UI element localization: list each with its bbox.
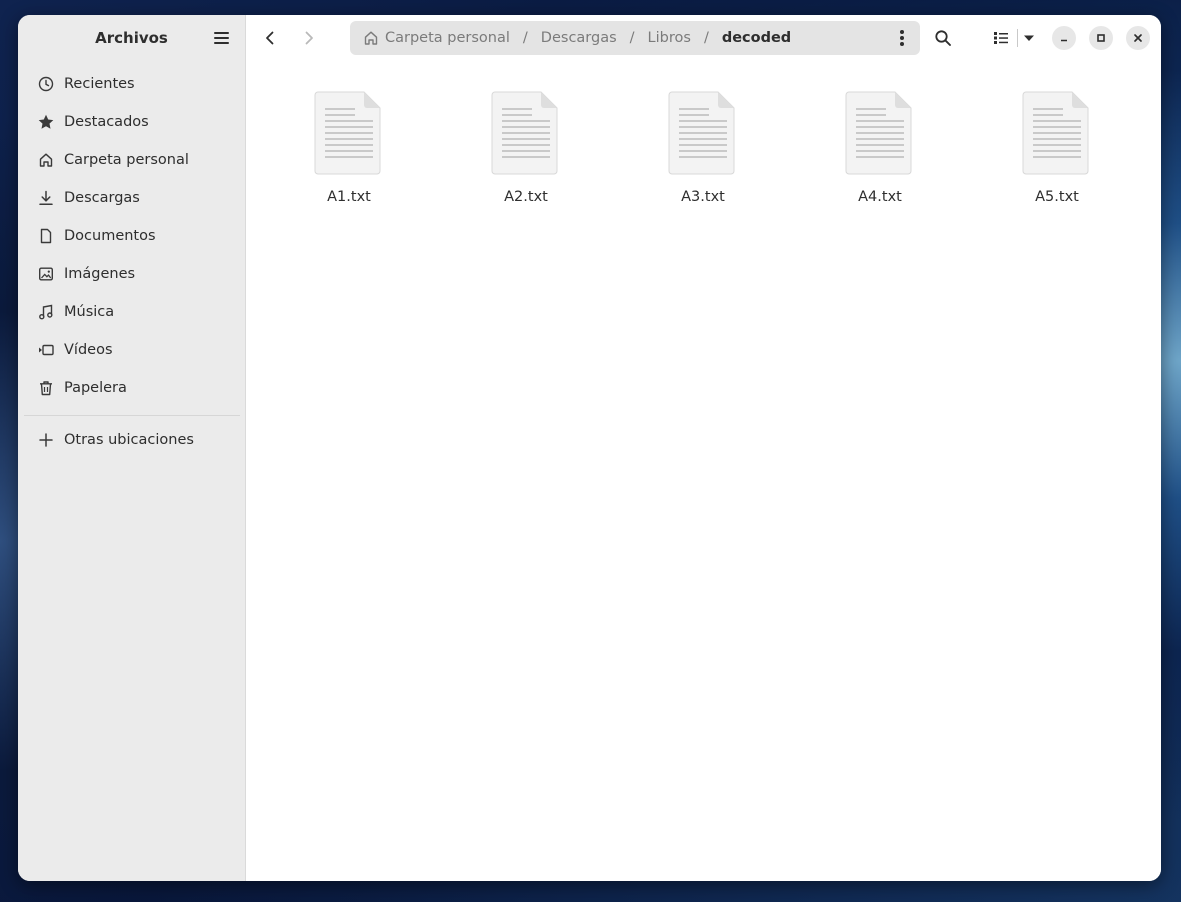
sidebar-item-label: Carpeta personal [64,152,189,168]
hamburger-icon [214,32,229,34]
minimize-icon [1061,39,1067,42]
maximize-button[interactable] [1089,26,1113,50]
hamburger-icon [214,42,229,44]
view-list-button[interactable] [986,23,1016,53]
sidebar-header: Archivos [18,15,245,61]
text-file-icon [314,91,381,175]
text-file-icon [668,91,735,175]
sidebar-item-videos[interactable]: Vídeos [24,331,240,369]
breadcrumb-separator: / [703,30,709,46]
breadcrumb: Carpeta personal / Descargas / Libros / … [350,21,920,55]
main-area: Carpeta personal / Descargas / Libros / … [246,15,1161,881]
file-name: A1.txt [327,189,371,205]
video-icon [38,342,54,358]
music-icon [38,304,54,320]
search-button[interactable] [928,23,958,53]
places-list: Recientes Destacados Carpeta personal De… [24,65,240,407]
sidebar-item-label: Recientes [64,76,135,92]
kebab-menu-icon [900,42,904,46]
chevron-right-icon [305,31,313,45]
trash-icon [38,380,54,396]
sidebar-item-label: Papelera [64,380,127,396]
file-name: A5.txt [1035,189,1079,205]
sidebar: Archivos Recientes Destacados Carpeta pe… [18,15,246,881]
breadcrumb-item-carpeta-personal[interactable]: Carpeta personal [385,30,510,46]
file-name: A4.txt [858,189,902,205]
download-icon [38,190,54,206]
chevron-down-icon [1024,35,1034,41]
minimize-button[interactable] [1052,26,1076,50]
sidebar-item-label: Documentos [64,228,156,244]
file-manager-window: Archivos Recientes Destacados Carpeta pe… [18,15,1161,881]
home-icon [363,30,379,46]
sidebar-item-destacados[interactable]: Destacados [24,103,240,141]
plus-icon [38,432,54,448]
clock-icon [38,76,54,92]
sidebar-item-descargas[interactable]: Descargas [24,179,240,217]
breadcrumb-item-descargas[interactable]: Descargas [541,30,617,46]
sidebar-item-label: Destacados [64,114,149,130]
list-view-icon [994,32,1008,44]
breadcrumb-item-decoded[interactable]: decoded [722,30,791,46]
search-icon [935,30,951,46]
hamburger-icon [214,37,229,39]
file-item[interactable]: A1.txt [289,89,409,205]
breadcrumb-separator: / [629,30,635,46]
text-file-icon [491,91,558,175]
header-bar: Carpeta personal / Descargas / Libros / … [246,15,1161,61]
sidebar-item-label: Imágenes [64,266,136,282]
sidebar-item-label: Descargas [64,190,140,206]
back-button[interactable] [255,23,285,53]
sidebar-item-otras-ubicaciones[interactable]: Otras ubicaciones [24,421,240,459]
sidebar-item-label: Otras ubicaciones [64,432,194,448]
sidebar-item-musica[interactable]: Música [24,293,240,331]
file-item[interactable]: A3.txt [643,89,763,205]
breadcrumb-item-libros[interactable]: Libros [648,30,691,46]
sidebar-divider [24,415,240,416]
image-icon [38,266,54,282]
view-options-button[interactable] [1014,23,1044,53]
close-button[interactable] [1126,26,1150,50]
sidebar-item-papelera[interactable]: Papelera [24,369,240,407]
home-icon [38,152,54,168]
file-name: A3.txt [681,189,725,205]
sidebar-item-imagenes[interactable]: Imágenes [24,255,240,293]
path-menu-button[interactable] [894,30,910,46]
sidebar-item-label: Vídeos [64,342,113,358]
app-title: Archivos [95,29,168,47]
file-item[interactable]: A4.txt [820,89,940,205]
close-icon [1134,34,1142,42]
forward-button[interactable] [294,23,324,53]
file-name: A2.txt [504,189,548,205]
main-menu-button[interactable] [214,30,232,46]
sidebar-item-recientes[interactable]: Recientes [24,65,240,103]
sidebar-item-carpeta-personal[interactable]: Carpeta personal [24,141,240,179]
file-item[interactable]: A5.txt [997,89,1117,205]
text-file-icon [845,91,912,175]
kebab-menu-icon [900,36,904,40]
maximize-icon [1097,34,1105,42]
file-item[interactable]: A2.txt [466,89,586,205]
kebab-menu-icon [900,30,904,34]
sidebar-item-documentos[interactable]: Documentos [24,217,240,255]
text-file-icon [1022,91,1089,175]
chevron-left-icon [266,31,274,45]
document-icon [38,228,54,244]
star-icon [38,114,54,130]
breadcrumb-separator: / [522,30,528,46]
sidebar-item-label: Música [64,304,115,320]
